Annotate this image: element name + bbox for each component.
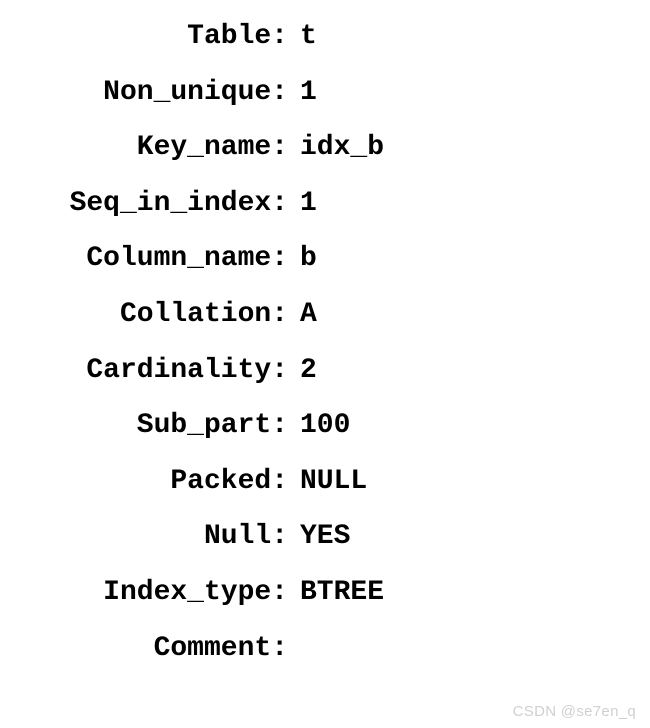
info-row-key-name: Key_name: idx_b: [20, 131, 620, 165]
info-row-seq-in-index: Seq_in_index: 1: [20, 187, 620, 221]
watermark: CSDN @se7en_q: [513, 703, 636, 720]
value-sub-part: 100: [300, 409, 350, 443]
label-seq-in-index: Seq_in_index:: [20, 187, 300, 221]
label-non-unique: Non_unique:: [20, 76, 300, 110]
value-column-name: b: [300, 242, 317, 276]
value-packed: NULL: [300, 465, 367, 499]
label-column-name: Column_name:: [20, 242, 300, 276]
label-sub-part: Sub_part:: [20, 409, 300, 443]
info-row-non-unique: Non_unique: 1: [20, 76, 620, 110]
value-seq-in-index: 1: [300, 187, 317, 221]
value-non-unique: 1: [300, 76, 317, 110]
label-table: Table:: [20, 20, 300, 54]
info-row-collation: Collation: A: [20, 298, 620, 332]
label-comment: Comment:: [20, 632, 300, 666]
value-null: YES: [300, 520, 350, 554]
label-null: Null:: [20, 520, 300, 554]
label-collation: Collation:: [20, 298, 300, 332]
info-row-cardinality: Cardinality: 2: [20, 354, 620, 388]
value-collation: A: [300, 298, 317, 332]
label-key-name: Key_name:: [20, 131, 300, 165]
index-info-list: Table: t Non_unique: 1 Key_name: idx_b S…: [20, 20, 620, 665]
value-table: t: [300, 20, 317, 54]
value-index-type: BTREE: [300, 576, 384, 610]
value-cardinality: 2: [300, 354, 317, 388]
info-row-comment: Comment:: [20, 632, 620, 666]
info-row-index-type: Index_type: BTREE: [20, 576, 620, 610]
label-packed: Packed:: [20, 465, 300, 499]
info-row-null: Null: YES: [20, 520, 620, 554]
value-key-name: idx_b: [300, 131, 384, 165]
info-row-sub-part: Sub_part: 100: [20, 409, 620, 443]
label-cardinality: Cardinality:: [20, 354, 300, 388]
info-row-table: Table: t: [20, 20, 620, 54]
label-index-type: Index_type:: [20, 576, 300, 610]
info-row-packed: Packed: NULL: [20, 465, 620, 499]
info-row-column-name: Column_name: b: [20, 242, 620, 276]
